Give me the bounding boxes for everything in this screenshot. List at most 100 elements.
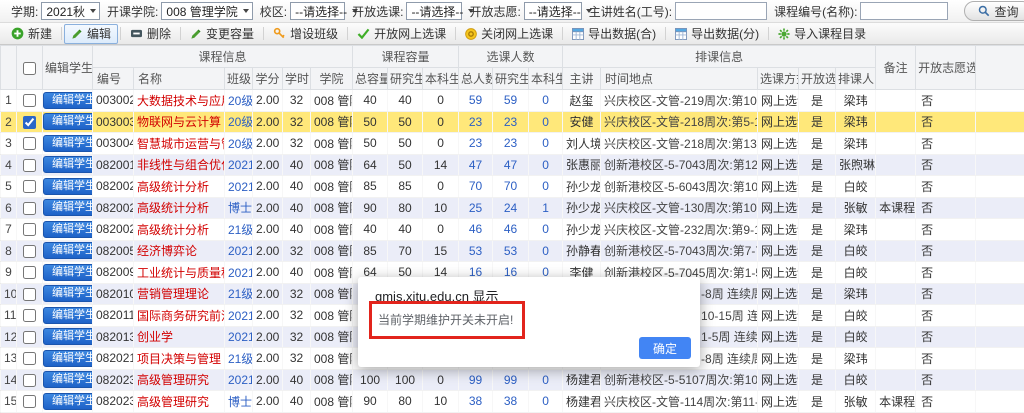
row-checkbox[interactable]: [23, 223, 36, 236]
college-select[interactable]: 008 管理学院: [161, 2, 252, 20]
open-course-select[interactable]: --请选择--: [406, 2, 462, 20]
export-data-split-button[interactable]: 导出数据(分): [668, 24, 766, 44]
edit-students-button[interactable]: 编辑学生: [43, 199, 93, 216]
delete-button[interactable]: 删除: [123, 24, 178, 44]
cell-enrolled-undergrad[interactable]: 1: [529, 197, 563, 219]
row-checkbox[interactable]: [23, 159, 36, 172]
row-checkbox[interactable]: [23, 288, 36, 301]
toolbar-divider: [180, 27, 181, 40]
edit-students-button[interactable]: 编辑学生: [43, 92, 93, 109]
checkbox-cell: [17, 90, 43, 112]
select-all-header: [17, 46, 43, 90]
row-checkbox[interactable]: [23, 309, 36, 322]
edit-button[interactable]: 编辑: [64, 24, 118, 44]
row-checkbox[interactable]: [23, 374, 36, 387]
cell-enrolled-undergrad[interactable]: 0: [529, 369, 563, 391]
cell-enrolled-undergrad[interactable]: 0: [529, 133, 563, 155]
cell-enrolled-total[interactable]: 70: [459, 176, 493, 198]
row-checkbox[interactable]: [23, 331, 36, 344]
cell-enrolled-total[interactable]: 46: [459, 219, 493, 241]
export-data-combined-button[interactable]: 导出数据(合): [565, 24, 663, 44]
edit-students-button[interactable]: 编辑学生: [43, 113, 93, 130]
cell-enrolled-undergrad[interactable]: 0: [529, 219, 563, 241]
cell-enrolled-grad[interactable]: 53: [493, 240, 529, 262]
search-button[interactable]: 查询: [964, 1, 1024, 21]
cell-enrolled-undergrad[interactable]: 0: [529, 391, 563, 413]
cell-enrolled-grad[interactable]: 23: [493, 133, 529, 155]
cell-enrolled-undergrad[interactable]: 0: [529, 90, 563, 112]
cell-capacity-undergrad: 0: [423, 111, 459, 133]
edit-students-button[interactable]: 编辑学生: [43, 285, 93, 302]
edit-students-button[interactable]: 编辑学生: [43, 350, 93, 367]
cell-remark: [876, 90, 916, 112]
table-row: 7编辑学生082002高级统计分析21级管2.0040008 管院4040046…: [1, 219, 1024, 241]
coin-icon: [465, 28, 477, 40]
cell-enrolled-total[interactable]: 23: [459, 111, 493, 133]
cell-enrolled-total[interactable]: 53: [459, 240, 493, 262]
open-online-selection-button[interactable]: 开放网上选课: [350, 24, 453, 44]
change-capacity-button[interactable]: 变更容量: [183, 24, 261, 44]
cell-enrolled-grad[interactable]: 99: [493, 369, 529, 391]
cell-enrolled-undergrad[interactable]: 0: [529, 176, 563, 198]
checkbox-cell: [17, 283, 43, 305]
course-input[interactable]: [860, 2, 948, 20]
checkbox-cell: [17, 111, 43, 133]
cell-class: 20级管: [225, 111, 253, 133]
cell-open: 是: [799, 111, 836, 133]
cell-enrolled-grad[interactable]: 24: [493, 197, 529, 219]
row-checkbox[interactable]: [23, 266, 36, 279]
edit-students-button[interactable]: 编辑学生: [43, 328, 93, 345]
row-checkbox[interactable]: [23, 245, 36, 258]
edit-students-button[interactable]: 编辑学生: [43, 221, 93, 238]
cell-enrolled-total[interactable]: 47: [459, 154, 493, 176]
cell-enrolled-grad[interactable]: 59: [493, 90, 529, 112]
ok-button[interactable]: 确定: [639, 337, 691, 359]
row-checkbox[interactable]: [23, 202, 36, 215]
row-checkbox[interactable]: [23, 352, 36, 365]
cell-capacity-total: 50: [353, 111, 388, 133]
cell-enrolled-total[interactable]: 59: [459, 90, 493, 112]
row-checkbox[interactable]: [23, 116, 36, 129]
semester-select[interactable]: 2021秋: [41, 2, 100, 20]
edit-students-button[interactable]: 编辑学生: [43, 307, 93, 324]
row-checkbox[interactable]: [23, 395, 36, 408]
volunteer-select[interactable]: --请选择--: [524, 2, 582, 20]
new-button[interactable]: 新建: [4, 24, 59, 44]
cell-enrolled-total[interactable]: 25: [459, 197, 493, 219]
cell-hours: 32: [283, 348, 311, 370]
teacher-input[interactable]: [675, 2, 767, 20]
edit-students-button[interactable]: 编辑学生: [43, 371, 93, 388]
cell-enrolled-grad[interactable]: 38: [493, 391, 529, 413]
group-course-info: 课程信息: [93, 46, 353, 68]
cell-enrolled-total[interactable]: 99: [459, 369, 493, 391]
cell-course-name: 高级统计分析: [134, 176, 225, 198]
cell-enrolled-undergrad[interactable]: 0: [529, 154, 563, 176]
select-all-checkbox[interactable]: [23, 62, 36, 75]
cell-enrolled-grad[interactable]: 70: [493, 176, 529, 198]
cell-enrolled-grad[interactable]: 23: [493, 111, 529, 133]
cell-enrolled-total[interactable]: 23: [459, 133, 493, 155]
edit-students-button[interactable]: 编辑学生: [43, 264, 93, 281]
row-checkbox[interactable]: [23, 94, 36, 107]
cell-enrolled-undergrad[interactable]: 0: [529, 111, 563, 133]
edit-students-button[interactable]: 编辑学生: [43, 135, 93, 152]
cell-enrolled-grad[interactable]: 46: [493, 219, 529, 241]
cell-enrolled-grad[interactable]: 47: [493, 154, 529, 176]
row-checkbox[interactable]: [23, 180, 36, 193]
campus-select[interactable]: --请选择--: [290, 2, 345, 20]
edit-students-button[interactable]: 编辑学生: [43, 393, 93, 410]
group-selection: 选课人数: [459, 46, 563, 68]
toolbar-divider: [120, 27, 121, 40]
edit-students-button[interactable]: 编辑学生: [43, 156, 93, 173]
cell-enrolled-total[interactable]: 38: [459, 391, 493, 413]
import-catalog-button[interactable]: 导入课程目录: [771, 24, 873, 44]
row-number: 15: [1, 391, 17, 413]
edit-students-button[interactable]: 编辑学生: [43, 178, 93, 195]
edit-students-button[interactable]: 编辑学生: [43, 242, 93, 259]
add-class-button[interactable]: 增设班级: [266, 24, 345, 44]
cell-enrolled-undergrad[interactable]: 0: [529, 240, 563, 262]
cell-remark: 本课程主要: [876, 197, 916, 219]
close-online-selection-button[interactable]: 关闭网上选课: [458, 24, 560, 44]
cell-scheduler: 梁玮: [836, 90, 876, 112]
row-checkbox[interactable]: [23, 137, 36, 150]
